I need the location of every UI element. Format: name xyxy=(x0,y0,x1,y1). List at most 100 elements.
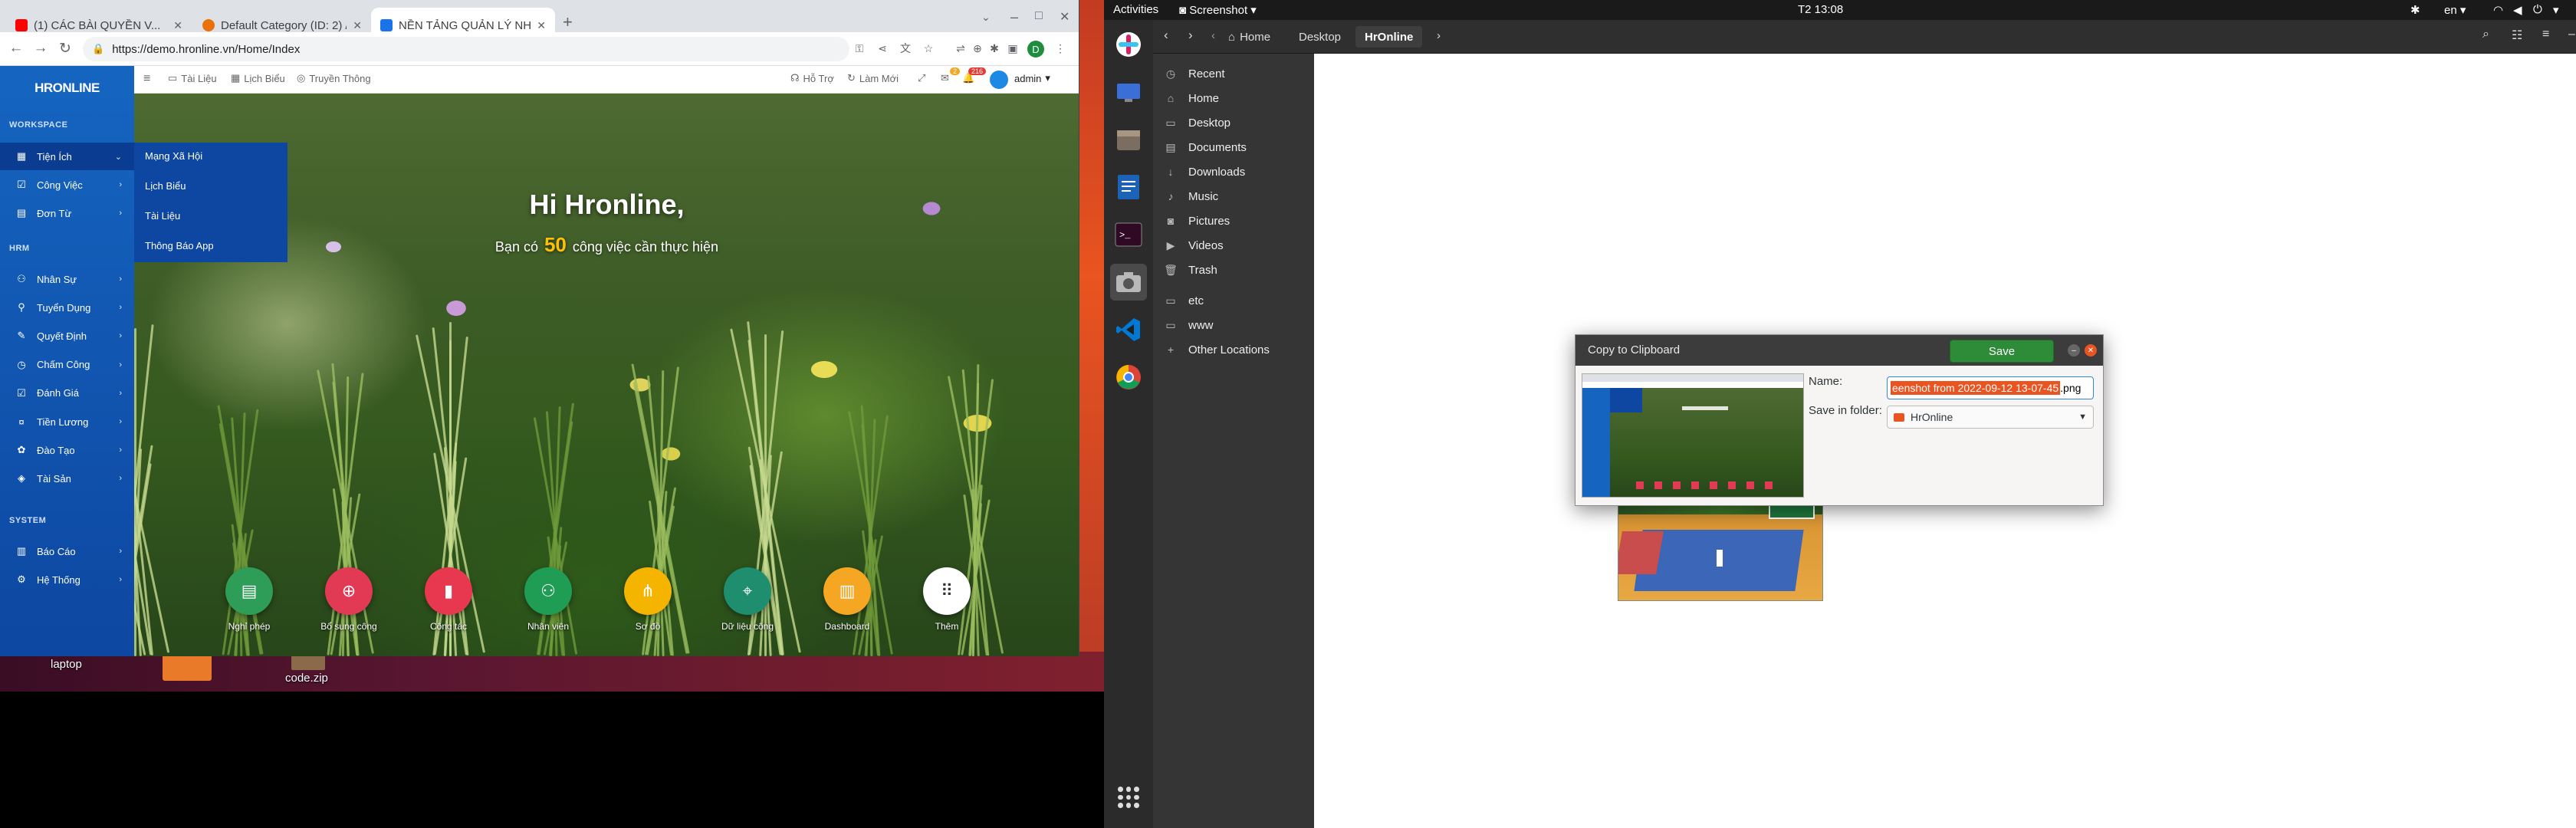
profile-avatar[interactable]: D xyxy=(1027,41,1044,58)
sidebar-item[interactable]: ⚙ Hệ Thống › xyxy=(0,566,134,593)
app-logo[interactable]: HRONLINE xyxy=(31,77,104,100)
slack-tray-icon[interactable]: ✱ xyxy=(2410,3,2420,17)
key-icon[interactable]: ⚿ xyxy=(851,40,868,57)
quick-app[interactable]: ⋔ Sơ đồ xyxy=(613,567,682,632)
view-options-icon[interactable]: ☷ xyxy=(2512,28,2522,43)
forward-icon[interactable]: › xyxy=(1188,28,1193,43)
dialog-title[interactable]: Copy to Clipboard xyxy=(1588,343,1680,356)
menu-dots-icon[interactable]: ⋮ xyxy=(1052,40,1069,57)
user-avatar[interactable] xyxy=(990,71,1008,89)
close-icon[interactable]: ✕ xyxy=(173,19,182,32)
minimize-button[interactable]: – xyxy=(2568,28,2575,41)
chat-icon[interactable]: ✉ xyxy=(941,72,949,84)
submenu-social[interactable]: Mạng Xã Hội xyxy=(145,150,202,162)
breadcrumb-current[interactable]: HrOnline xyxy=(1355,26,1423,48)
back-icon[interactable]: ← xyxy=(6,38,26,58)
place-item[interactable]: ▤ Documents xyxy=(1153,135,1314,159)
close-icon[interactable]: ✕ xyxy=(537,19,546,32)
task-count[interactable]: 50 xyxy=(544,233,567,256)
topnav-media[interactable]: ◎ Truyền Thông xyxy=(297,72,371,84)
chrome-icon[interactable] xyxy=(1110,359,1147,396)
place-item[interactable]: ▶ Videos xyxy=(1153,233,1314,258)
terminal-icon[interactable]: >_ xyxy=(1110,216,1147,253)
path-left-arrow-icon[interactable]: ‹ xyxy=(1211,29,1215,42)
place-item[interactable]: 🗑 Trash xyxy=(1153,258,1314,282)
refresh-link[interactable]: ↻ Làm Mới xyxy=(847,72,899,84)
place-item[interactable]: ◙ Pictures xyxy=(1153,209,1314,233)
topnav-documents[interactable]: ▭ Tài Liệu xyxy=(168,72,217,84)
translate-icon[interactable]: 文 xyxy=(897,40,914,57)
bookmark-item[interactable]: ▭ etc xyxy=(1153,288,1314,313)
save-button[interactable]: Save xyxy=(1950,340,2054,363)
language-indicator[interactable]: en ▾ xyxy=(2444,3,2466,17)
tab-search-icon[interactable]: ⌄ xyxy=(981,11,991,24)
extension-icon[interactable]: ⊕ xyxy=(969,40,986,57)
breadcrumb-home[interactable]: ⌂ Home xyxy=(1219,26,1280,48)
bookmark-item[interactable]: ▭ www xyxy=(1153,313,1314,337)
puzzle-icon[interactable]: ✱ xyxy=(986,40,1003,57)
quick-app[interactable]: ▮ Công tác xyxy=(414,567,483,632)
app-menu[interactable]: ◙ Screenshot ▾ xyxy=(1179,3,1257,17)
place-item[interactable]: ⌂ Home xyxy=(1153,86,1314,110)
sidebar-item[interactable]: ☑ Công Việc › xyxy=(0,171,134,199)
sidebar-item[interactable]: ◈ Tài Sản › xyxy=(0,465,134,492)
vscode-icon[interactable] xyxy=(1110,311,1147,348)
filename-input[interactable]: eenshot from 2022-09-12 13-07-45 .png xyxy=(1887,376,2094,399)
search-icon[interactable]: ⌕ xyxy=(2482,28,2489,41)
user-menu[interactable]: admin ▾ xyxy=(1014,72,1050,84)
sidebar-item[interactable]: ▥ Báo Cáo › xyxy=(0,537,134,565)
sidebar-item[interactable]: ▦ Tiện Ích ⌄ xyxy=(0,143,134,170)
place-item[interactable]: ♪ Music xyxy=(1153,184,1314,209)
sidebar-item[interactable]: ✿ Đào Tạo › xyxy=(0,436,134,464)
sidebar-item[interactable]: ⚲ Tuyển Dụng › xyxy=(0,294,134,321)
support-link[interactable]: ☊ Hỗ Trợ xyxy=(790,72,834,84)
share-icon[interactable]: ⋖ xyxy=(874,40,891,57)
quick-app[interactable]: ⚇ Nhân viên xyxy=(514,567,583,632)
quick-app[interactable]: ⠿ Thêm xyxy=(912,567,981,632)
screenshot-icon[interactable] xyxy=(1110,264,1147,301)
remote-desktop-icon[interactable] xyxy=(1110,74,1147,110)
caret-down-icon[interactable]: ▾ xyxy=(2553,3,2559,17)
minimize-button[interactable]: – xyxy=(1010,9,1018,25)
close-icon[interactable]: ✕ xyxy=(353,19,362,32)
sidebar-item[interactable]: ☑ Đánh Giá › xyxy=(0,380,134,407)
sidebar-item[interactable]: ▤ Đơn Từ › xyxy=(0,199,134,227)
place-item[interactable]: ▭ Desktop xyxy=(1153,110,1314,135)
breadcrumb-desktop[interactable]: Desktop xyxy=(1290,26,1350,48)
sidebar-item[interactable]: ◷ Chấm Công › xyxy=(0,351,134,379)
new-tab-button[interactable]: + xyxy=(563,12,573,32)
volume-icon[interactable]: ◀ xyxy=(2513,3,2522,17)
writer-icon[interactable] xyxy=(1110,169,1147,205)
reload-icon[interactable]: ↻ xyxy=(55,38,75,58)
place-item[interactable]: ◷ Recent xyxy=(1153,61,1314,86)
close-window-button[interactable]: ✕ xyxy=(1060,9,1070,25)
quick-app[interactable]: ⌖ Dữ liệu công xyxy=(713,567,782,632)
clock[interactable]: T2 13:08 xyxy=(1798,3,1843,16)
fullscreen-icon[interactable]: ⤢ xyxy=(918,72,925,84)
slack-icon[interactable] xyxy=(1110,26,1147,63)
hamburger-icon[interactable]: ≡ xyxy=(143,72,150,86)
desktop-icon-codezip[interactable]: code.zip xyxy=(285,672,328,685)
path-right-arrow-icon[interactable]: › xyxy=(1437,29,1441,42)
network-icon[interactable]: ◠ xyxy=(2493,3,2503,17)
topnav-calendar[interactable]: ▦ Lịch Biểu xyxy=(231,72,285,84)
sidepanel-icon[interactable]: ▣ xyxy=(1004,40,1021,57)
bookmark-star-icon[interactable]: ☆ xyxy=(920,40,937,57)
forward-icon[interactable]: → xyxy=(31,38,51,58)
folder-select[interactable]: HrOnline ▼ xyxy=(1887,406,2094,429)
address-bar[interactable]: 🔒 https://demo.hronline.vn/Home/Index xyxy=(83,37,849,61)
sidebar-item[interactable]: ⚇ Nhân Sự › xyxy=(0,265,134,293)
files-icon[interactable] xyxy=(1110,121,1147,158)
quick-app[interactable]: ▤ Nghỉ phép xyxy=(215,567,284,632)
power-icon[interactable]: ⏻ xyxy=(2533,3,2542,16)
quick-app[interactable]: ▥ Dashboard xyxy=(813,567,882,632)
other-locations[interactable]: + Other Locations xyxy=(1153,337,1314,362)
menu-icon[interactable]: ≡ xyxy=(2542,28,2549,41)
show-apps-icon[interactable] xyxy=(1118,787,1139,808)
minimize-button[interactable]: – xyxy=(2068,344,2080,356)
close-button[interactable]: ✕ xyxy=(2085,344,2097,356)
desktop-icon-laptop[interactable]: laptop xyxy=(51,658,82,671)
quick-app[interactable]: ⊕ Bổ sung công xyxy=(314,567,383,632)
place-item[interactable]: ↓ Downloads xyxy=(1153,159,1314,184)
maximize-button[interactable]: □ xyxy=(1035,9,1043,23)
